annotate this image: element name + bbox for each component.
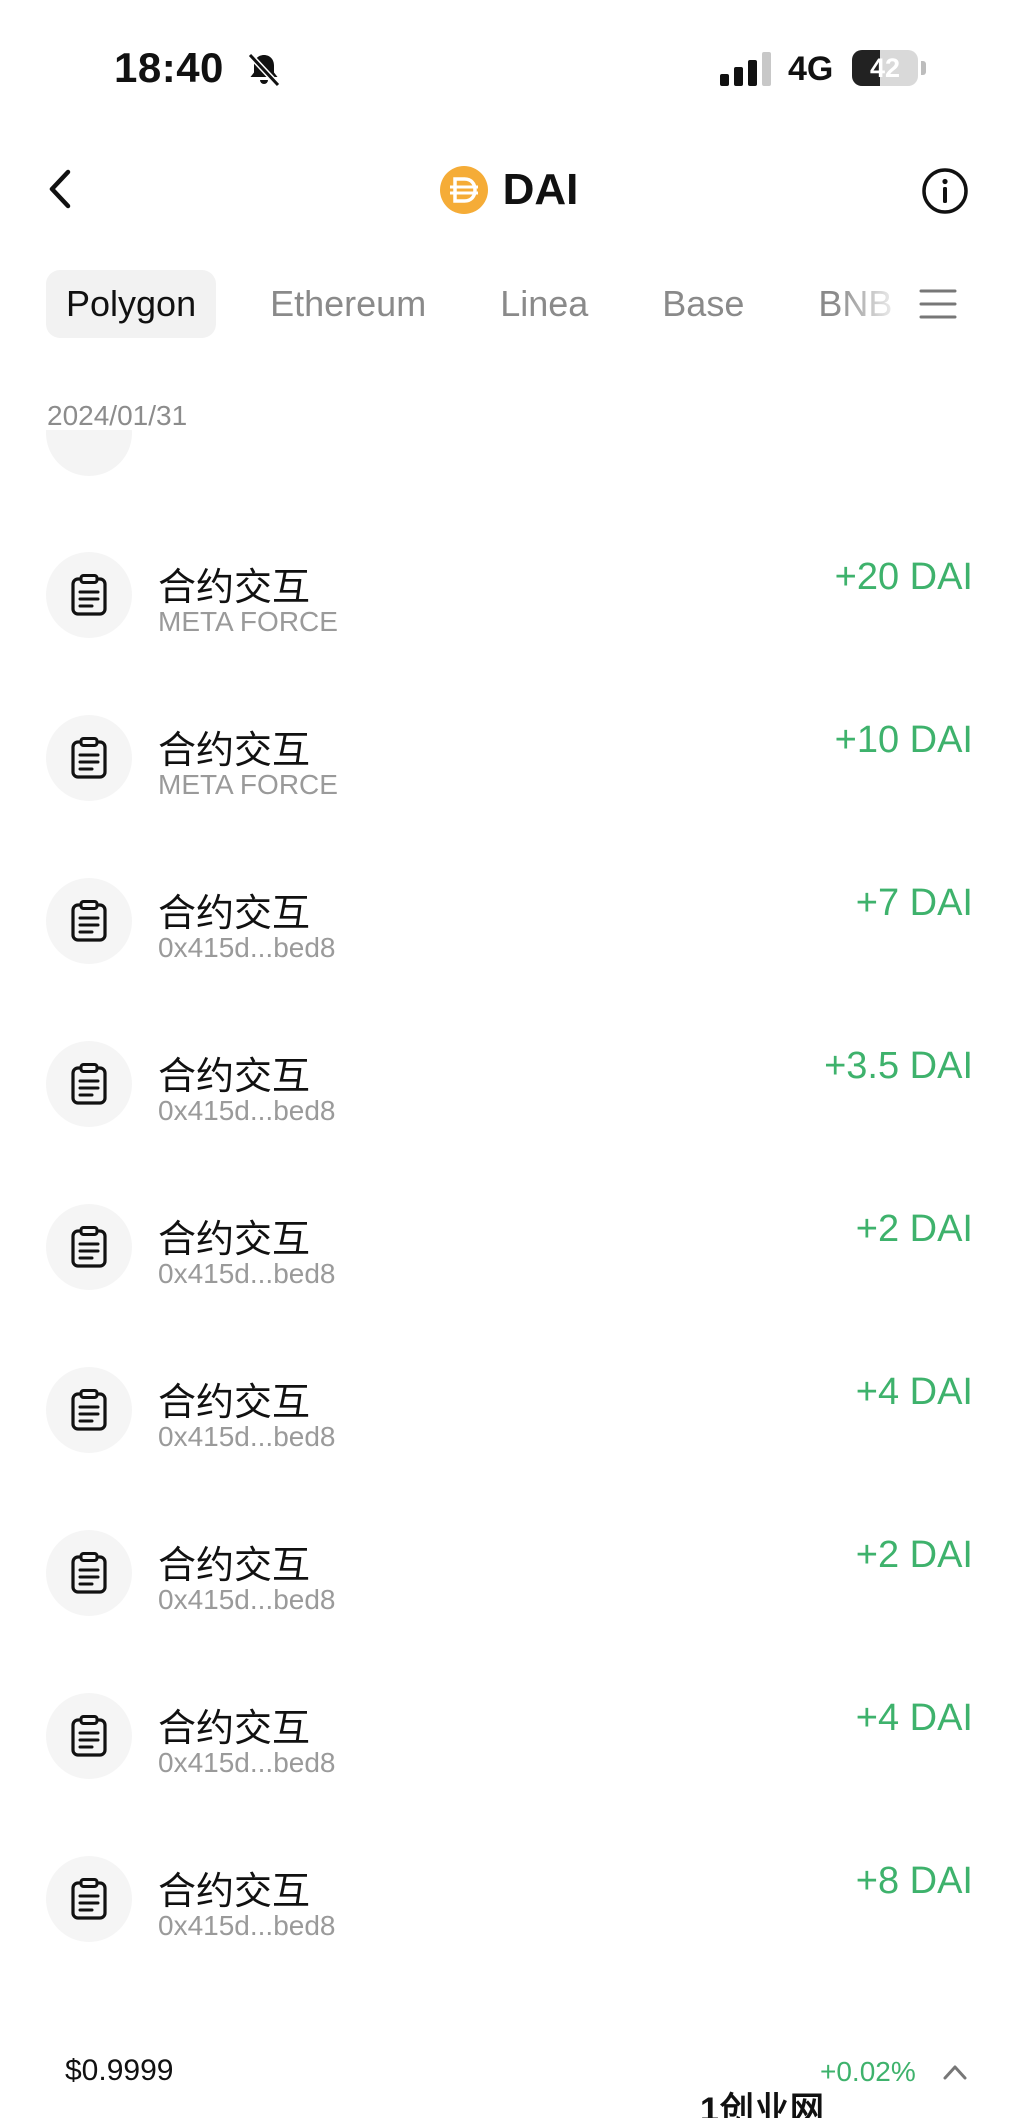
contract-clipboard-icon bbox=[71, 1063, 107, 1105]
status-time: 18:40 bbox=[114, 44, 224, 91]
tx-icon bbox=[46, 878, 132, 964]
tx-counterparty: META FORCE bbox=[158, 769, 338, 800]
tx-amount: +2 DAI bbox=[855, 1534, 973, 1576]
contract-clipboard-icon bbox=[71, 1389, 107, 1431]
signal-icon bbox=[720, 52, 771, 86]
partial-list-item[interactable] bbox=[0, 430, 1017, 476]
tx-title: 合约交互 bbox=[158, 1545, 311, 1587]
table-row[interactable]: 合约交互 0x415d...bed8 +8 DAI bbox=[0, 1824, 1017, 1987]
tx-counterparty: 0x415d...bed8 bbox=[158, 932, 336, 963]
contract-clipboard-icon bbox=[71, 737, 107, 779]
tab-base[interactable]: Base bbox=[642, 270, 764, 338]
table-row[interactable]: 合约交互 0x415d...bed8 +3.5 DAI bbox=[0, 1009, 1017, 1172]
battery-level: 42 bbox=[869, 53, 901, 83]
tx-counterparty: 0x415d...bed8 bbox=[158, 1910, 336, 1941]
date-group-label: 2024/01/31 bbox=[47, 400, 188, 431]
chevron-up-icon[interactable] bbox=[940, 2060, 970, 2084]
table-row[interactable]: 合约交互 0x415d...bed8 +4 DAI bbox=[0, 1335, 1017, 1498]
tx-counterparty: 0x415d...bed8 bbox=[158, 1258, 336, 1289]
table-row[interactable]: 合约交互 META FORCE +10 DAI bbox=[0, 683, 1017, 846]
tx-title: 合约交互 bbox=[158, 567, 311, 609]
tab-ethereum[interactable]: Ethereum bbox=[250, 270, 446, 338]
token-name: DAI bbox=[502, 165, 579, 214]
tx-title: 合约交互 bbox=[158, 1871, 311, 1913]
contract-clipboard-icon bbox=[71, 574, 107, 616]
tx-amount: +3.5 DAI bbox=[824, 1045, 973, 1087]
hamburger-menu-icon[interactable] bbox=[918, 284, 958, 324]
tx-title: 合约交互 bbox=[158, 1382, 311, 1424]
watermark-text: 1创业网www.cywz1.com bbox=[700, 2091, 825, 2118]
contract-clipboard-icon bbox=[71, 1715, 107, 1757]
tx-icon-partial bbox=[46, 430, 132, 476]
tx-amount: +7 DAI bbox=[855, 882, 973, 924]
tx-amount: +4 DAI bbox=[855, 1697, 973, 1739]
contract-clipboard-icon bbox=[71, 1552, 107, 1594]
tx-icon bbox=[46, 1530, 132, 1616]
header: DAI bbox=[0, 140, 1017, 240]
bell-off-icon bbox=[247, 52, 281, 88]
tx-icon bbox=[46, 1204, 132, 1290]
tx-counterparty: 0x415d...bed8 bbox=[158, 1584, 336, 1615]
tx-counterparty: 0x415d...bed8 bbox=[158, 1095, 336, 1126]
tab-linea[interactable]: Linea bbox=[480, 270, 608, 338]
tx-title: 合约交互 bbox=[158, 730, 311, 772]
chain-tabs-scroll[interactable]: Polygon Ethereum Linea Base BNB Chain bbox=[46, 270, 904, 342]
dai-logo-icon bbox=[439, 166, 488, 214]
tx-amount: +8 DAI bbox=[855, 1860, 973, 1902]
token-price: $0.9999 bbox=[65, 2054, 174, 2087]
tx-amount: +10 DAI bbox=[834, 719, 973, 761]
tx-icon bbox=[46, 715, 132, 801]
tx-icon bbox=[46, 1367, 132, 1453]
tx-title: 合约交互 bbox=[158, 1708, 311, 1750]
tx-title: 合约交互 bbox=[158, 1219, 311, 1261]
tx-icon bbox=[46, 1693, 132, 1779]
tx-title: 合约交互 bbox=[158, 893, 311, 935]
table-row[interactable]: 合约交互 0x415d...bed8 +4 DAI bbox=[0, 1661, 1017, 1824]
tx-counterparty: META FORCE bbox=[158, 606, 338, 637]
contract-clipboard-icon bbox=[71, 1878, 107, 1920]
table-row[interactable]: 合约交互 0x415d...bed8 +2 DAI bbox=[0, 1498, 1017, 1661]
tx-icon bbox=[46, 552, 132, 638]
contract-clipboard-icon bbox=[71, 900, 107, 942]
tx-amount: +20 DAI bbox=[834, 556, 973, 598]
tab-polygon[interactable]: Polygon bbox=[46, 270, 217, 338]
tx-amount: +4 DAI bbox=[855, 1371, 973, 1413]
tx-icon bbox=[46, 1856, 132, 1942]
status-bar: 18:40 4G 42 bbox=[0, 0, 1017, 140]
token-detail-page: 18:40 4G 42 DAI Polygon Ethereum Linea B… bbox=[0, 0, 1017, 2118]
info-icon[interactable] bbox=[920, 166, 970, 216]
chain-tabs: Polygon Ethereum Linea Base BNB Chain bbox=[0, 270, 1017, 342]
network-type: 4G bbox=[788, 50, 834, 88]
tx-counterparty: 0x415d...bed8 bbox=[158, 1747, 336, 1778]
tab-bnb-chain[interactable]: BNB Chain bbox=[798, 270, 904, 338]
token-title: DAI bbox=[0, 160, 1017, 220]
tx-icon bbox=[46, 1041, 132, 1127]
battery-indicator: 42 bbox=[852, 50, 918, 86]
table-row[interactable]: 合约交互 0x415d...bed8 +7 DAI bbox=[0, 846, 1017, 1009]
transaction-list: 合约交互 META FORCE +20 DAI 合约交互 META FORCE … bbox=[0, 520, 1017, 1987]
table-row[interactable]: 合约交互 0x415d...bed8 +2 DAI bbox=[0, 1172, 1017, 1335]
tx-amount: +2 DAI bbox=[855, 1208, 973, 1250]
table-row[interactable]: 合约交互 META FORCE +20 DAI bbox=[0, 520, 1017, 683]
tx-title: 合约交互 bbox=[158, 1056, 311, 1098]
tx-counterparty: 0x415d...bed8 bbox=[158, 1421, 336, 1452]
contract-clipboard-icon bbox=[71, 1226, 107, 1268]
battery-tip bbox=[921, 61, 926, 75]
